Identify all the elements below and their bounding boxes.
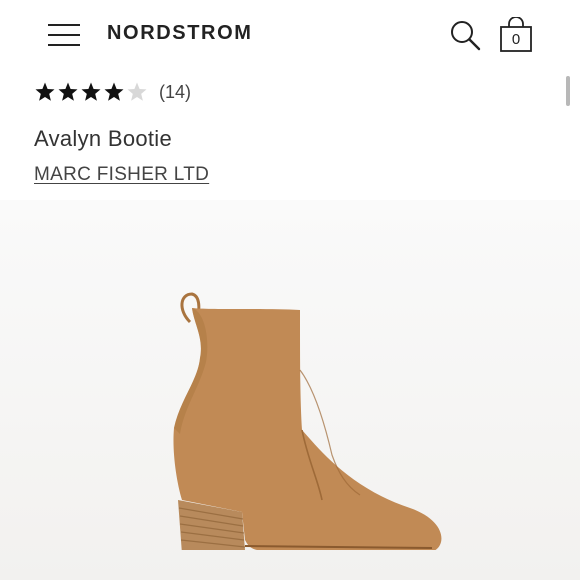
bag-item-count: 0 (511, 31, 521, 48)
product-rating[interactable]: (14) (34, 80, 191, 104)
shopping-bag-button[interactable]: 0 (497, 16, 535, 53)
scrollbar[interactable] (566, 76, 570, 106)
tan-suede-ankle-boot-image (173, 292, 442, 550)
search-icon[interactable] (448, 18, 482, 52)
nordstrom-logo[interactable]: NORDSTROM (107, 22, 253, 45)
star-filled-icon (58, 82, 78, 101)
star-empty-icon (127, 82, 147, 101)
rating-stars (34, 81, 149, 103)
star-filled-icon (81, 82, 101, 101)
product-title: Avalyn Bootie (34, 126, 173, 151)
star-filled-icon (35, 82, 55, 101)
star-filled-icon (104, 82, 124, 101)
review-count[interactable]: (14) (159, 82, 191, 103)
product-image[interactable] (0, 200, 580, 580)
hamburger-menu-icon[interactable] (48, 22, 80, 48)
top-nav-bar: NORDSTROM 0 (0, 0, 580, 70)
brand-link[interactable]: MARC FISHER LTD (34, 164, 209, 186)
